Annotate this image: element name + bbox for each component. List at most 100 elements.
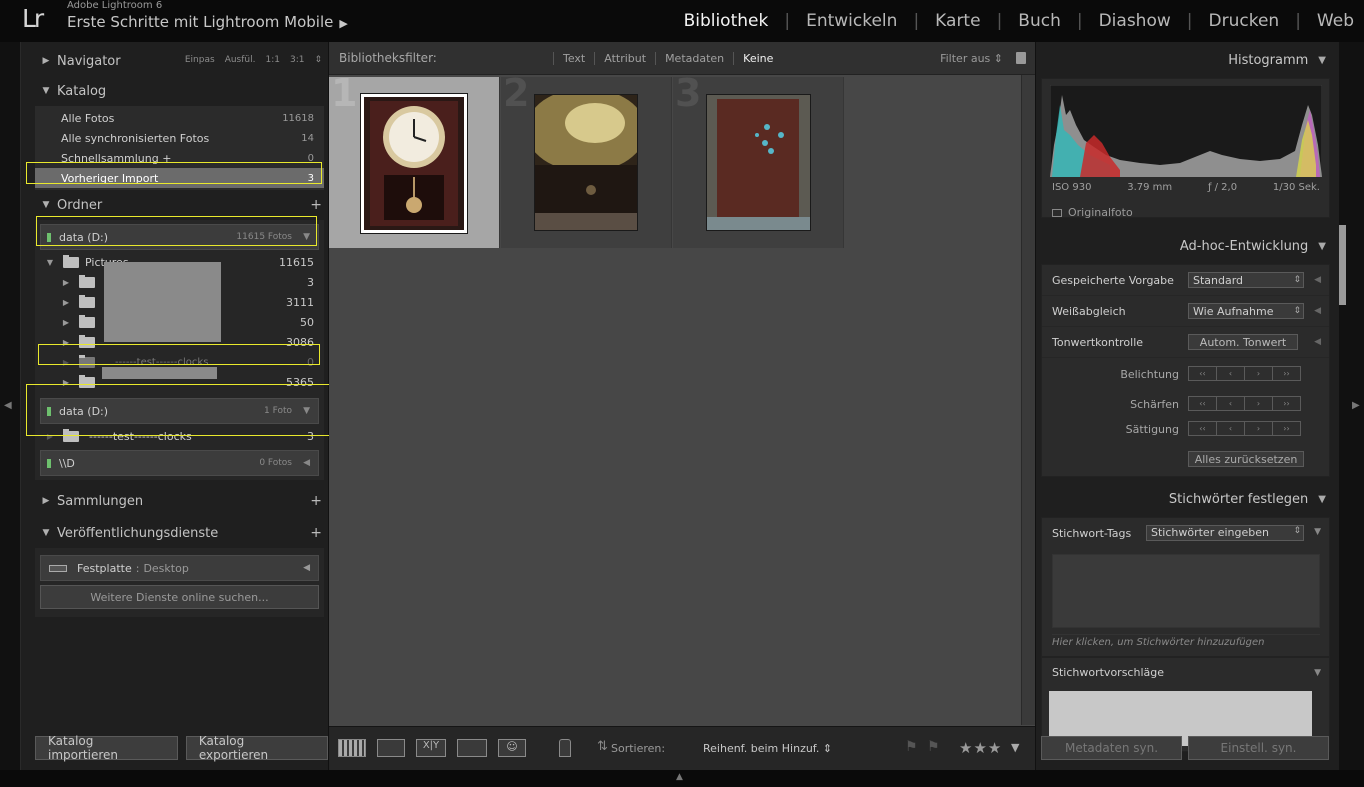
volume-network[interactable]: \\D 0 Fotos ◀ [40,450,319,476]
reset-all-button[interactable]: Alles zurücksetzen [1188,451,1304,467]
module-slideshow[interactable]: Diashow [1083,11,1187,31]
exposure-decrease[interactable]: ‹ [1216,366,1245,381]
histogram-header[interactable]: Histogramm ▼ [1041,42,1330,78]
filter-text[interactable]: Text [553,51,594,65]
collections-header[interactable]: ▶ Sammlungen + [35,486,324,516]
reject-flag-icon[interactable]: ⚑ [927,739,940,755]
loupe-view-icon[interactable] [377,739,405,757]
spray-can-icon[interactable] [559,739,571,757]
triangle-right-icon[interactable]: ▶ [59,318,73,327]
keyword-input-area[interactable] [1052,554,1320,628]
quick-develop-header[interactable]: Ad-hoc-Entwicklung ▼ [1041,228,1330,264]
add-folder-icon[interactable]: + [310,197,322,213]
sort-label: Sortieren: [611,742,666,755]
left-panel-toggle-icon[interactable]: ◀ [4,400,12,411]
photo-thumbnail-pendulum[interactable] [526,88,646,231]
module-library[interactable]: Bibliothek [668,11,785,31]
right-panel-toggle-icon[interactable]: ▶ [1352,400,1360,411]
sync-settings-button[interactable]: Einstell. syn. [1188,736,1329,760]
shutter-speed: 1/30 Sek. [1272,182,1320,193]
exposure-steppers: ‹‹ ‹ › ›› [1188,366,1301,381]
triangle-left-icon[interactable]: ◀ [1314,275,1321,285]
auto-tone-button[interactable]: Autom. Tonwert [1188,334,1298,350]
sync-metadata-button[interactable]: Metadaten syn. [1041,736,1182,760]
module-book[interactable]: Buch [1002,11,1077,31]
zoom-3-1[interactable]: 3:1 [290,55,304,65]
catalog-name[interactable]: Erste Schritte mit Lightroom Mobile ▶ [67,13,348,31]
exif-info: ISO 930 3.79 mm ƒ / 2,0 1/30 Sek. [1052,182,1320,193]
saved-preset-select[interactable]: Standard [1188,272,1304,288]
keyword-tags-select[interactable]: Stichwörter eingeben [1146,525,1304,541]
module-map[interactable]: Karte [919,11,996,31]
harddrive-icon [49,564,67,572]
exposure-decrease-large[interactable]: ‹‹ [1188,366,1217,381]
filter-metadata[interactable]: Metadaten [655,51,733,65]
triangle-down-icon: ▼ [1318,240,1326,252]
checkbox-icon[interactable] [1052,208,1062,217]
grid-view-icon[interactable] [338,739,366,757]
navigator-header[interactable]: ▶ Navigator Einpas Ausfül. 1:1 3:1 ⇕ [35,46,324,76]
grid-scrollbar[interactable] [1021,75,1035,725]
filmstrip-toggle-icon[interactable]: ▲ [676,772,683,782]
saturation-decrease-large[interactable]: ‹‹ [1188,421,1217,436]
photo-thumbnail-clock[interactable] [360,93,468,234]
zoom-1-1[interactable]: 1:1 [265,55,279,65]
publish-header[interactable]: ▼ Veröffentlichungsdienste + [35,518,324,548]
find-more-services-button[interactable]: Weitere Dienste online suchen... [40,585,319,609]
catalog-item-all-photos[interactable]: Alle Fotos 11618 [35,108,324,128]
triangle-down-icon[interactable]: ▼ [43,258,57,267]
scrollbar-thumb[interactable] [1339,225,1346,305]
add-publish-service-icon[interactable]: + [310,525,322,541]
grid-cell-2[interactable]: 2 [501,71,672,248]
module-develop[interactable]: Entwickeln [790,11,913,31]
navigator-zoom-options: Einpas Ausfül. 1:1 3:1 ⇕ [185,55,322,65]
add-collection-icon[interactable]: + [310,493,322,509]
clarity-increase[interactable]: › [1244,396,1273,411]
zoom-fit[interactable]: Einpas [185,55,215,65]
filter-state-dropdown[interactable]: Filter aus ⇕ [940,52,1003,65]
flag-icon[interactable]: ⚑ [905,739,918,755]
exposure-increase[interactable]: › [1244,366,1273,381]
white-balance-select[interactable]: Wie Aufnahme [1188,303,1304,319]
module-print[interactable]: Drucken [1193,11,1296,31]
module-web[interactable]: Web [1301,11,1354,31]
publish-service-harddrive[interactable]: Festplatte : Desktop ◀ [40,555,319,581]
highlight-previous-import [26,162,322,184]
catalog-header[interactable]: ▼ Katalog [35,76,324,106]
saturation-decrease[interactable]: ‹ [1216,421,1245,436]
exposure-increase-large[interactable]: ›› [1272,366,1301,381]
sort-dropdown[interactable]: Reihenf. beim Hinzuf. ⇕ [703,742,832,755]
triangle-down-icon[interactable]: ▼ [1314,668,1321,678]
sort-direction-icon[interactable]: ⇅ [597,739,608,754]
clarity-increase-large[interactable]: ›› [1272,396,1301,411]
keyword-hint[interactable]: Hier klicken, um Stichwörter hinzuzufüge… [1052,634,1320,648]
import-catalog-button[interactable]: Katalog importieren [35,734,178,762]
grid-cell-1[interactable]: 1 [329,71,500,248]
exposure-label: Belichtung [1120,368,1179,381]
triangle-left-icon[interactable]: ◀ [1314,337,1321,347]
clarity-decrease[interactable]: ‹ [1216,396,1245,411]
keywording-header[interactable]: Stichwörter festlegen ▼ [1041,481,1330,517]
photo-thumbnail-case[interactable] [706,94,811,231]
catalog-item-synced[interactable]: Alle synchronisierten Fotos 14 [35,128,324,148]
survey-view-icon[interactable] [457,739,487,757]
people-view-icon[interactable]: ☺ [498,739,526,757]
original-photo-toggle[interactable]: Originalfoto [1052,206,1133,219]
filter-attribute[interactable]: Attribut [594,51,655,65]
compare-view-icon[interactable]: X|Y [416,739,446,757]
toolbar-options-icon[interactable]: ▼ [1011,741,1019,754]
star-rating[interactable]: ★★★ [959,739,1002,757]
filter-none[interactable]: Keine [733,51,782,65]
zoom-fill[interactable]: Ausfül. [225,55,256,65]
saturation-increase-large[interactable]: ›› [1272,421,1301,436]
clarity-decrease-large[interactable]: ‹‹ [1188,396,1217,411]
export-catalog-button[interactable]: Katalog exportieren [185,734,328,762]
zoom-dropdown-icon[interactable]: ⇕ [314,55,322,65]
saturation-increase[interactable]: › [1244,421,1273,436]
triangle-right-icon[interactable]: ▶ [59,278,73,287]
lock-icon[interactable] [1016,52,1026,64]
grid-cell-3[interactable]: 3 [673,71,844,248]
triangle-right-icon[interactable]: ▶ [59,298,73,307]
quick-develop-title: Ad-hoc-Entwicklung [1179,238,1309,254]
triangle-left-icon[interactable]: ◀ [1314,306,1321,316]
